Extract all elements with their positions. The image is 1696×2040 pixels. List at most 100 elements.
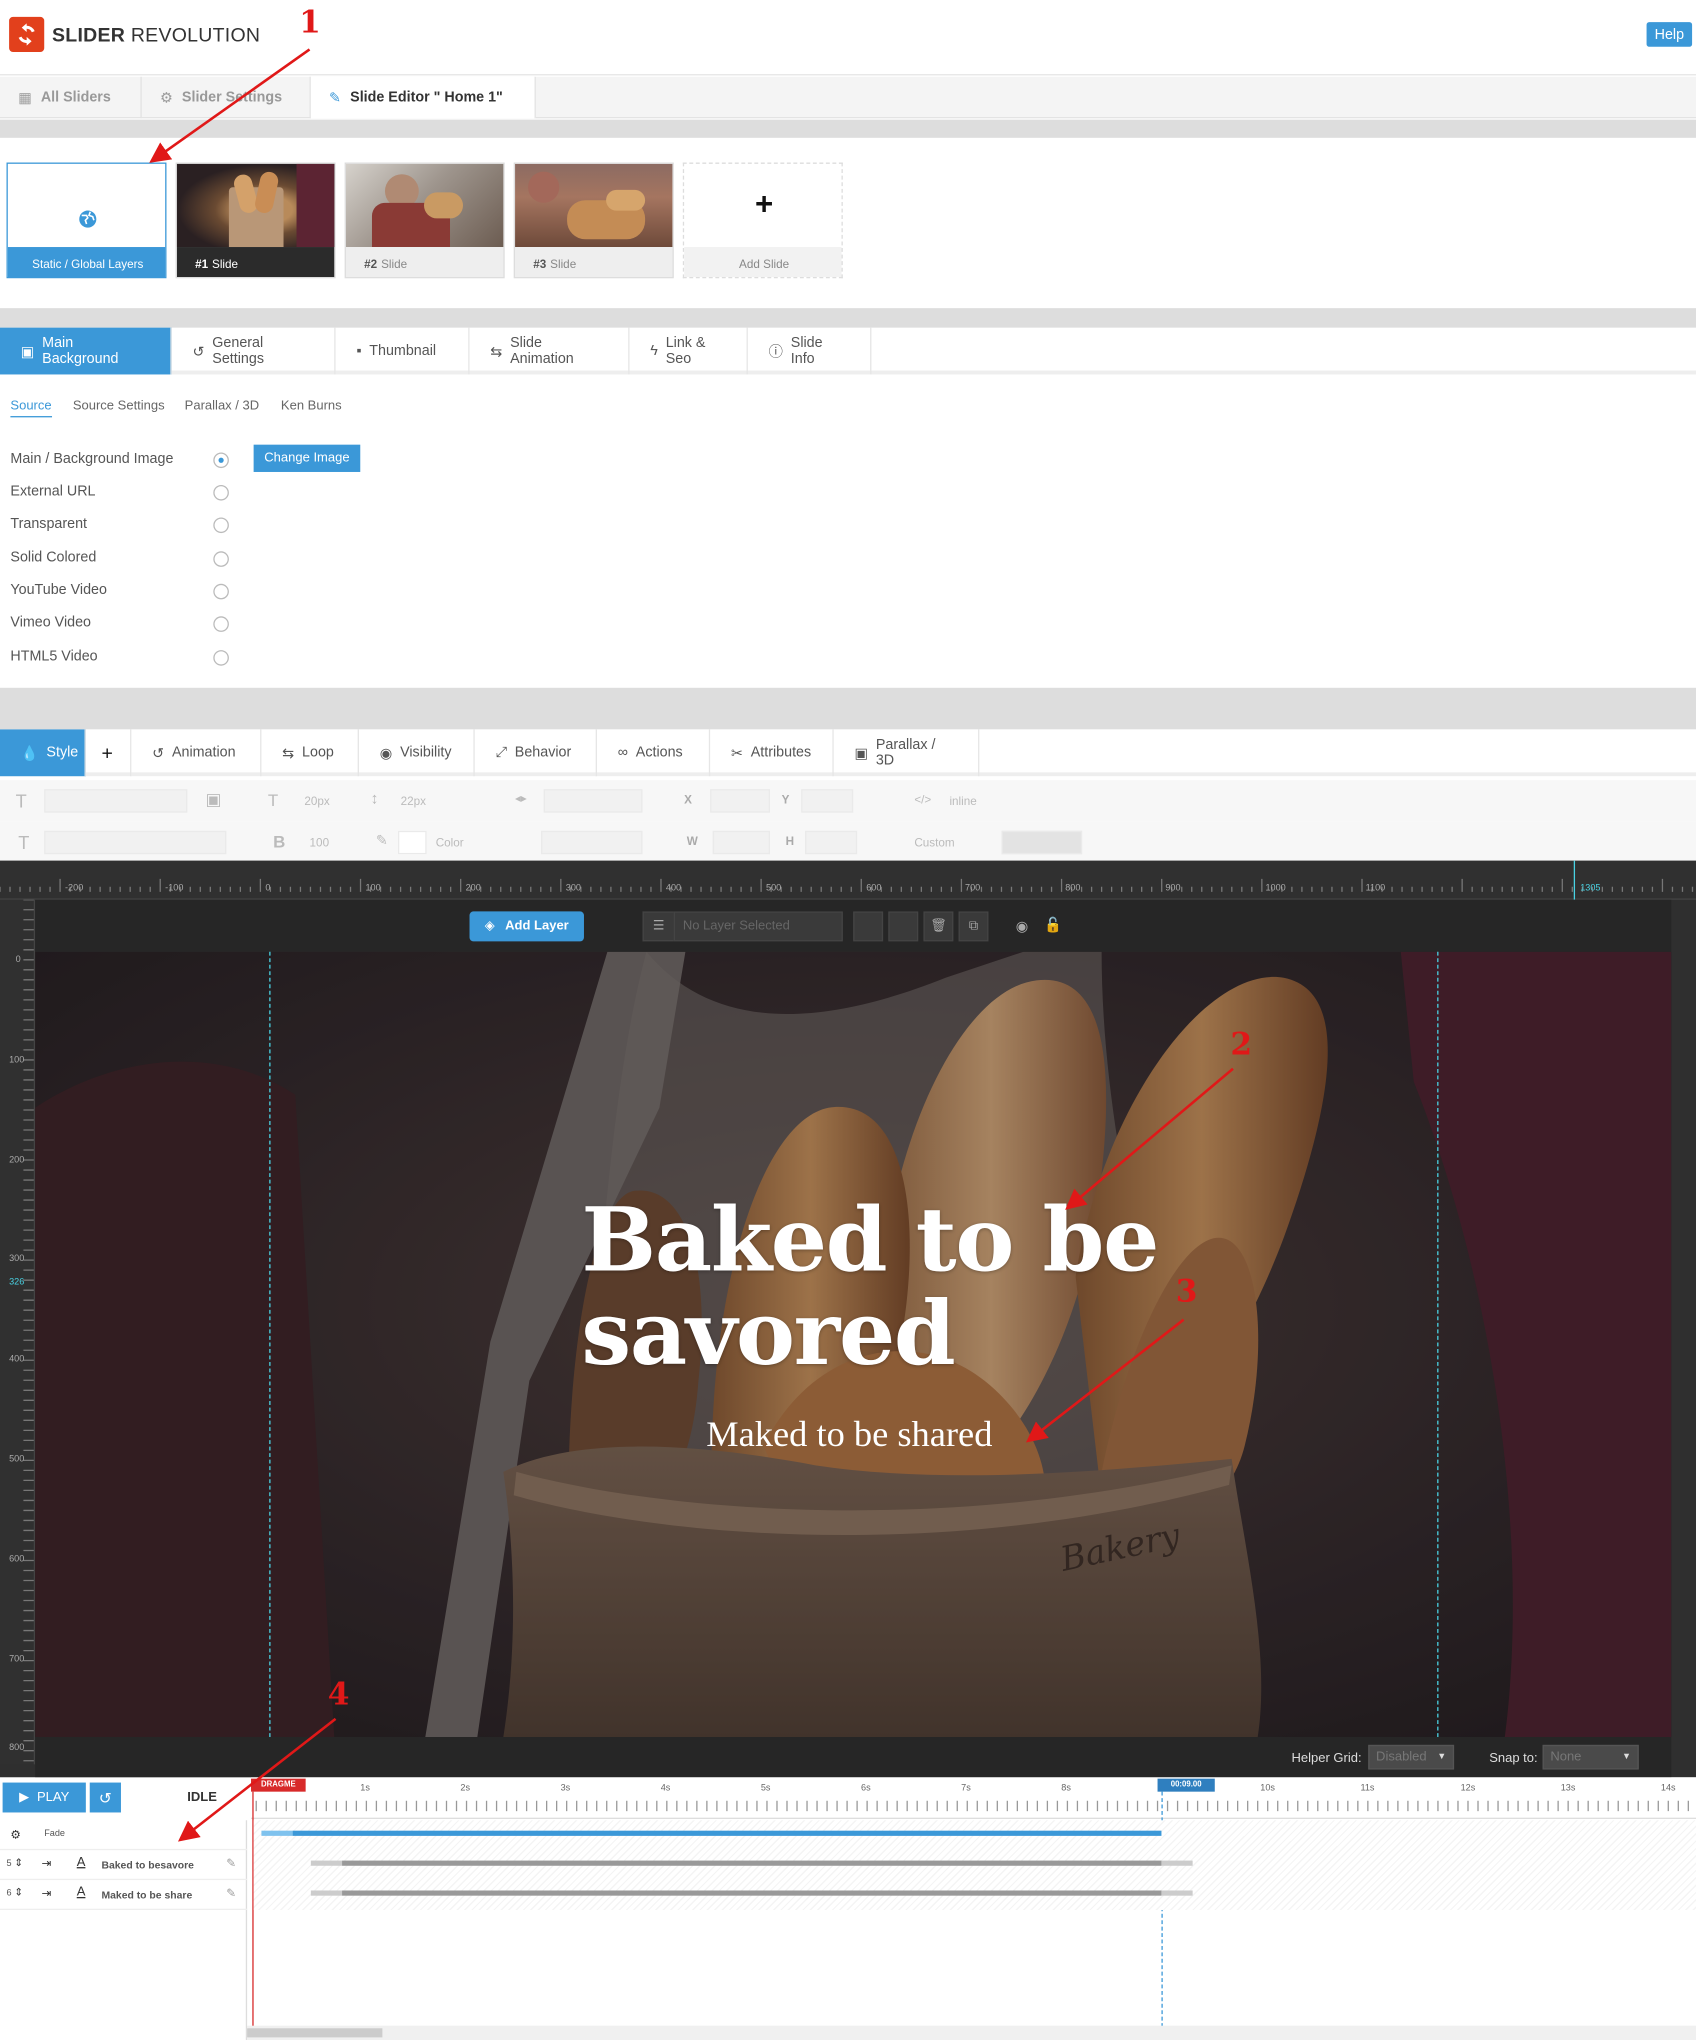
- lock-icon[interactable]: 🔓: [1044, 917, 1062, 934]
- h-input[interactable]: [805, 830, 858, 855]
- tab-thumbnail[interactable]: ▪ Thumbnail: [336, 327, 470, 375]
- layer-in-bar[interactable]: [310, 1890, 343, 1896]
- layer-select[interactable]: No Layer Selected: [673, 911, 843, 942]
- font-size-value[interactable]: 20px: [304, 794, 329, 807]
- radio-youtube-video[interactable]: [213, 583, 229, 600]
- edit-icon[interactable]: ✎: [226, 1887, 236, 1901]
- timeline-row-slide[interactable]: ⚙ Fade: [0, 1820, 248, 1851]
- tab-parallax-3d[interactable]: Parallax / 3D: [185, 399, 259, 413]
- tab-general-settings[interactable]: ↺ General Settings: [172, 327, 336, 375]
- radio-transparent[interactable]: [213, 517, 229, 534]
- time-marker[interactable]: 00:09.00: [1157, 1778, 1215, 1792]
- layer-duration-bar[interactable]: [342, 1860, 1162, 1866]
- history-button[interactable]: ↺: [89, 1782, 121, 1813]
- slide-in-bar[interactable]: [261, 1830, 293, 1836]
- w-input[interactable]: [712, 830, 770, 855]
- slide-thumb-2[interactable]: #2 Slide: [344, 162, 505, 279]
- copy-button[interactable]: [888, 911, 919, 942]
- add-layer-button[interactable]: ◈ Add Layer: [469, 911, 584, 942]
- brush-icon: ✎: [375, 833, 388, 850]
- change-image-button[interactable]: Change Image: [253, 444, 361, 472]
- layer-out-bar[interactable]: [1161, 1860, 1193, 1866]
- tab-slide-info[interactable]: ⓘ Slide Info: [748, 327, 872, 375]
- ruler-ticks: [23, 899, 34, 1762]
- tab-source-settings[interactable]: Source Settings: [73, 399, 165, 413]
- ruler-label: 0: [15, 955, 21, 965]
- dragme-handle[interactable]: DRAGME: [251, 1778, 306, 1792]
- cover-mode-select[interactable]: Custom: [914, 836, 954, 849]
- font-style-select[interactable]: [44, 830, 227, 855]
- tab-label: Slide Editor " Home 1": [350, 89, 503, 106]
- duplicate-button[interactable]: [853, 911, 884, 942]
- edit-icon[interactable]: ✎: [226, 1857, 236, 1871]
- menu-icon[interactable]: ☰: [642, 911, 674, 942]
- headline-line-2: savored: [581, 1281, 955, 1387]
- tab-style[interactable]: 💧 Style: [0, 729, 86, 777]
- tab-behavior[interactable]: ⤢ Behavior: [475, 729, 597, 777]
- tab-slide-animation[interactable]: ⇆ Slide Animation: [470, 327, 630, 375]
- slide-global-layers[interactable]: Static / Global Layers: [6, 162, 167, 279]
- tab-link-seo[interactable]: ϟ Link & Seo: [629, 327, 748, 375]
- tab-attributes[interactable]: ✂ Attributes: [710, 729, 834, 777]
- helper-grid-select[interactable]: Disabled ▼: [1368, 1744, 1455, 1770]
- tab-actions[interactable]: ∞ Actions: [597, 729, 711, 777]
- radio-html5-video[interactable]: [213, 650, 229, 666]
- layer-out-bar[interactable]: [1161, 1890, 1193, 1896]
- font-family-select[interactable]: [44, 789, 188, 813]
- slide-duration-bar[interactable]: [292, 1830, 1162, 1836]
- trash-icon[interactable]: 🗑: [923, 911, 954, 942]
- tab-ken-burns[interactable]: Ken Burns: [281, 399, 342, 413]
- pencil-icon: ✎: [329, 90, 342, 106]
- align-icon[interactable]: ⇥: [42, 1857, 52, 1871]
- ruler-label: 600: [866, 884, 882, 894]
- headline-layer[interactable]: Baked to be savored: [581, 1194, 1159, 1387]
- aspect-buttons[interactable]: [1001, 830, 1083, 855]
- display-select[interactable]: inline: [949, 794, 976, 807]
- layer-settings-tabs: 💧 Style + ↺ Animation ⇆ Loop ◉ Visibility ⤢ B…: [0, 729, 1696, 777]
- slide-3-image: [515, 163, 673, 248]
- select-value: None: [1550, 1750, 1582, 1765]
- timeline-ruler[interactable]: 1s 2s 3s 4s 5s 6s 7s 8s 10s 11s 12s 13s …: [251, 1777, 1696, 1819]
- y-input[interactable]: [801, 789, 854, 813]
- radio-vimeo-video[interactable]: [213, 616, 229, 632]
- font-weight-value[interactable]: 100: [310, 836, 330, 849]
- clone-icon[interactable]: ⧉: [958, 911, 989, 942]
- helper-grid-label: Helper Grid:: [1291, 1751, 1362, 1766]
- tab-main-background[interactable]: ▣ Main Background: [0, 327, 172, 375]
- snap-select[interactable]: None ▼: [1542, 1744, 1639, 1770]
- sort-icon[interactable]: ⇕: [14, 1887, 23, 1899]
- tab-label: Thumbnail: [369, 343, 437, 359]
- line-height-value[interactable]: 22px: [401, 794, 426, 807]
- radio-main-image[interactable]: [213, 452, 229, 469]
- timeline-row-layer[interactable]: 6 ⇕ ⇥ A Maked to be share ✎: [0, 1880, 248, 1910]
- tab-slider-settings[interactable]: ⚙ Slider Settings: [142, 76, 311, 119]
- tab-all-sliders[interactable]: ▦ All Sliders: [0, 76, 142, 119]
- add-tab-button[interactable]: +: [86, 729, 132, 777]
- slide-thumb-3[interactable]: #3 Slide: [513, 162, 674, 279]
- scrollbar-thumb[interactable]: [247, 2028, 383, 2038]
- layer-in-bar[interactable]: [310, 1860, 343, 1866]
- sort-icon[interactable]: ⇕: [14, 1857, 23, 1869]
- tab-loop[interactable]: ⇆ Loop: [261, 729, 359, 777]
- layer-duration-bar[interactable]: [342, 1890, 1162, 1896]
- tab-layer-parallax[interactable]: ▣ Parallax / 3D: [834, 729, 980, 777]
- eye-icon[interactable]: ◉: [1016, 918, 1028, 935]
- tab-source[interactable]: Source: [10, 399, 52, 418]
- play-button[interactable]: ▶ PLAY: [2, 1782, 86, 1813]
- tab-visibility[interactable]: ◉ Visibility: [359, 729, 475, 777]
- horizontal-scrollbar[interactable]: [247, 2025, 1696, 2040]
- radio-solid-colored[interactable]: [213, 551, 229, 567]
- radio-external-url[interactable]: [213, 484, 229, 501]
- align-buttons[interactable]: [543, 789, 643, 813]
- color-swatch[interactable]: [397, 830, 427, 855]
- x-input[interactable]: [710, 789, 770, 813]
- vertical-align-buttons[interactable]: [541, 830, 643, 855]
- slide-thumb-1[interactable]: #1 Slide: [175, 162, 336, 279]
- timeline-row-layer[interactable]: 5 ⇕ ⇥ A Baked to besavore ✎: [0, 1850, 248, 1881]
- tab-slide-editor[interactable]: ✎ Slide Editor " Home 1": [310, 76, 536, 119]
- subline-layer[interactable]: Maked to be shared: [706, 1415, 992, 1457]
- tab-animation[interactable]: ↺ Animation: [131, 729, 262, 777]
- add-slide-button[interactable]: + Add Slide: [682, 162, 843, 279]
- help-button[interactable]: Help: [1646, 22, 1693, 47]
- align-icon[interactable]: ⇥: [42, 1887, 52, 1901]
